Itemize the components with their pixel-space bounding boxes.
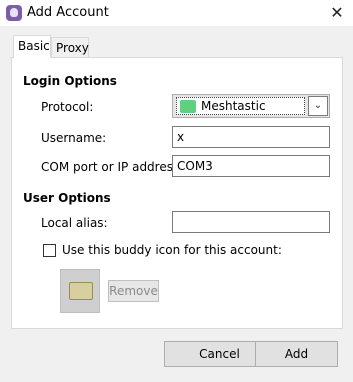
local-alias-field[interactable] [172,211,330,233]
user-options-heading: User Options [23,191,111,205]
add-button[interactable]: Add [255,341,338,367]
username-label: Username: [41,131,107,145]
protocol-select-value: Meshtastic [176,97,305,115]
local-alias-label: Local alias: [41,216,108,230]
chevron-down-icon[interactable]: ⌄ [308,96,328,116]
buddy-icon-button[interactable] [60,269,100,313]
pidgin-app-icon [6,5,22,21]
login-options-heading: Login Options [23,74,117,88]
buddy-image-icon [69,282,93,300]
tab-proxy[interactable]: Proxy [51,37,89,58]
buddy-icon-checkbox[interactable] [43,244,56,257]
title-bar: Add Account ✕ [0,0,353,26]
com-port-label: COM port or IP address: [41,160,184,174]
com-port-field[interactable]: COM3 [172,155,330,177]
protocol-label: Protocol: [41,100,94,114]
meshtastic-icon [180,100,196,113]
remove-button[interactable]: Remove [108,280,159,302]
close-button[interactable]: ✕ [321,0,353,26]
window-title: Add Account [27,5,109,20]
tab-basic[interactable]: Basic [13,35,51,58]
username-field[interactable]: x [172,126,330,148]
protocol-value: Meshtastic [201,99,266,113]
protocol-select[interactable]: Meshtastic ⌄ [172,94,330,118]
buddy-icon-checkbox-label[interactable]: Use this buddy icon for this account: [62,243,282,257]
